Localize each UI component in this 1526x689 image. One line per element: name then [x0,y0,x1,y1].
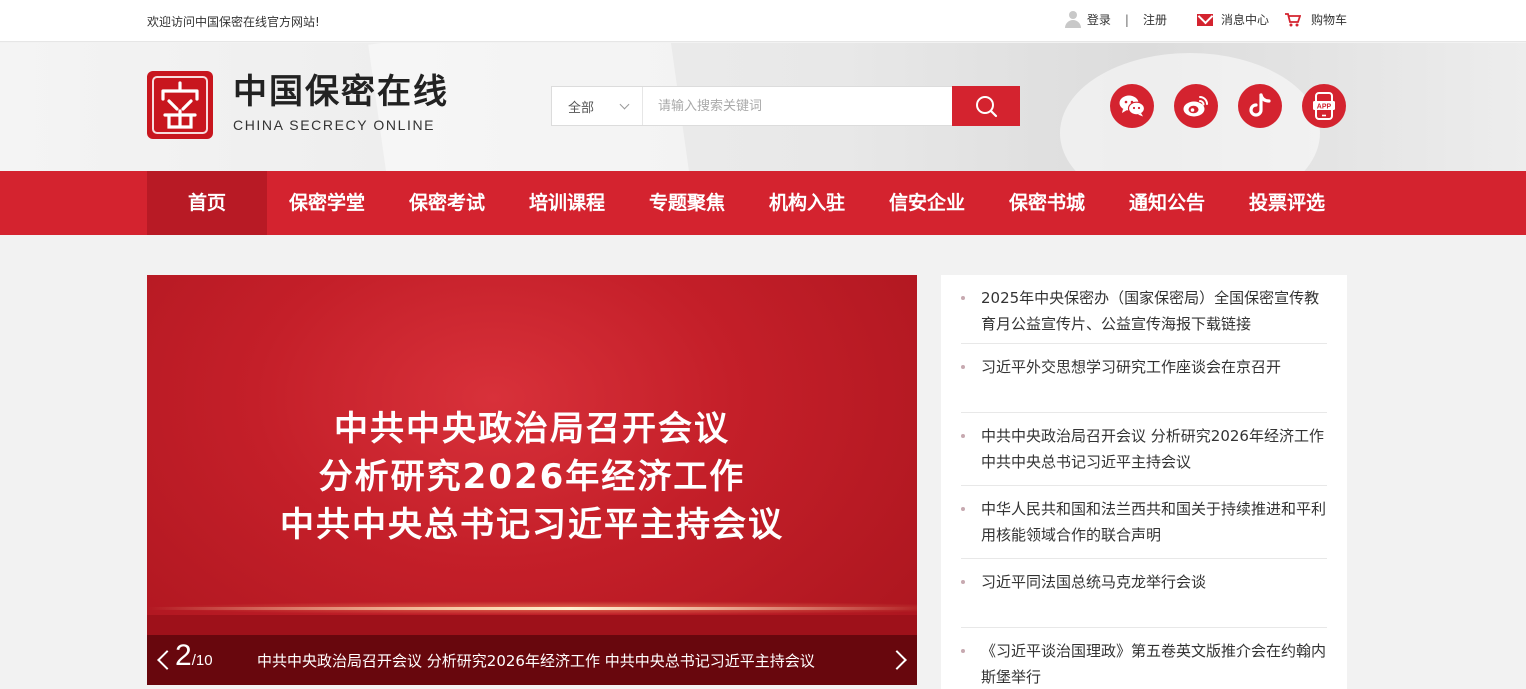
logo-seal-icon [147,71,213,139]
register-link[interactable]: 注册 [1143,11,1167,28]
search-scope-label: 全部 [568,100,595,116]
banner-title-line: 分析研究2026年经济工作 [318,457,746,497]
chevron-down-icon [619,99,630,110]
site-header: 中国保密在线 CHINA SECRECY ONLINE 全部 请输入搜索关键词 … [0,43,1526,171]
list-item[interactable]: 中共中央政治局召开会议 分析研究2026年经济工作 中共中央总书记习近平主持会议 [961,413,1327,486]
banner-title-line: 中共中央政治局召开会议 [334,409,730,449]
app-icon: APP [1313,92,1335,120]
list-item[interactable]: 习近平同法国总统马克龙举行会谈 [961,559,1327,628]
list-item[interactable]: 习近平外交思想学习研究工作座谈会在京召开 [961,344,1327,413]
nav-item-school[interactable]: 保密学堂 [267,171,387,235]
nav-item-home[interactable]: 首页 [147,171,267,235]
messages-label: 消息中心 [1220,13,1269,27]
site-logo[interactable]: 中国保密在线 CHINA SECRECY ONLINE [147,71,449,139]
register-label: 注册 [1142,13,1167,27]
nav-item-bookstore[interactable]: 保密书城 [987,171,1107,235]
banner-title-line: 中共中央总书记习近平主持会议 [280,505,784,545]
logo-english-name: CHINA SECRECY ONLINE [233,117,436,133]
welcome-text: 欢迎访问中国保密在线官方网站! [147,15,320,29]
top-bar-links: 登录 | 注册 消息中心 购物车 [1064,11,1347,28]
nav-item-institutions[interactable]: 机构入驻 [747,171,867,235]
nav-item-courses[interactable]: 培训课程 [507,171,627,235]
wechat-icon [1119,95,1146,117]
wechat-button[interactable] [1110,84,1154,128]
weibo-icon [1183,96,1208,117]
weibo-button[interactable] [1174,84,1218,128]
list-item[interactable]: 2025年中央保密办（国家保密局）全国保密宣传教育月公益宣传片、公益宣传海报下载… [961,275,1327,344]
banner-caption[interactable]: 中共中央政治局召开会议 分析研究2026年经济工作 中共中央总书记习近平主持会议 [257,650,815,671]
cart-icon [1284,12,1302,27]
social-links: APP [1110,84,1366,128]
user-icon [1064,11,1081,28]
search-bar: 全部 [551,86,1020,126]
svg-text:APP: APP [1317,104,1332,111]
banner-title: 中共中央政治局召开会议 分析研究2026年经济工作 中共中央总书记习近平主持会议 [147,405,917,549]
search-input[interactable] [643,87,952,125]
logo-chinese-name: 中国保密在线 [233,72,449,112]
mail-icon [1196,13,1213,26]
chevron-left-icon[interactable] [154,647,170,673]
login-label: 登录 [1086,13,1111,27]
nav-item-enterprises[interactable]: 信安企业 [867,171,987,235]
douyin-button[interactable] [1238,84,1282,128]
chevron-right-icon[interactable] [894,647,910,673]
login-link[interactable]: 登录 [1064,11,1111,28]
search-scope-select[interactable]: 全部 [552,87,643,125]
nav-item-topics[interactable]: 专题聚焦 [627,171,747,235]
app-button[interactable]: APP [1302,84,1346,128]
nav-item-voting[interactable]: 投票评选 [1227,171,1347,235]
search-button[interactable] [952,86,1020,126]
banner-caption-bar: 2/10 中共中央政治局召开会议 分析研究2026年经济工作 中共中央总书记习近… [147,635,917,685]
list-item[interactable]: 中华人民共和国和法兰西共和国关于持续推进和平利用核能领域合作的联合声明 [961,486,1327,559]
nav-item-notices[interactable]: 通知公告 [1107,171,1227,235]
douyin-icon [1249,93,1271,117]
list-item[interactable]: 《习近平谈治国理政》第五卷英文版推介会在约翰内斯堡举行 [961,628,1327,689]
slide-counter: 2/10 [175,639,213,672]
cart-link[interactable]: 购物车 [1269,11,1347,28]
main-nav: 首页 保密学堂 保密考试 培训课程 专题聚焦 机构入驻 信安企业 保密书城 通知… [0,171,1526,235]
messages-link[interactable]: 消息中心 [1167,11,1269,28]
top-bar: 欢迎访问中国保密在线官方网站! 登录 | 注册 消息中心 购物车 [0,0,1526,42]
cart-label: 购物车 [1310,13,1347,27]
nav-item-exam[interactable]: 保密考试 [387,171,507,235]
news-list: 2025年中央保密办（国家保密局）全国保密宣传教育月公益宣传片、公益宣传海报下载… [941,275,1347,689]
separator: | [1124,12,1129,27]
search-icon [976,96,998,118]
banner-carousel[interactable]: 中共中央政治局召开会议 分析研究2026年经济工作 中共中央总书记习近平主持会议… [147,275,917,685]
